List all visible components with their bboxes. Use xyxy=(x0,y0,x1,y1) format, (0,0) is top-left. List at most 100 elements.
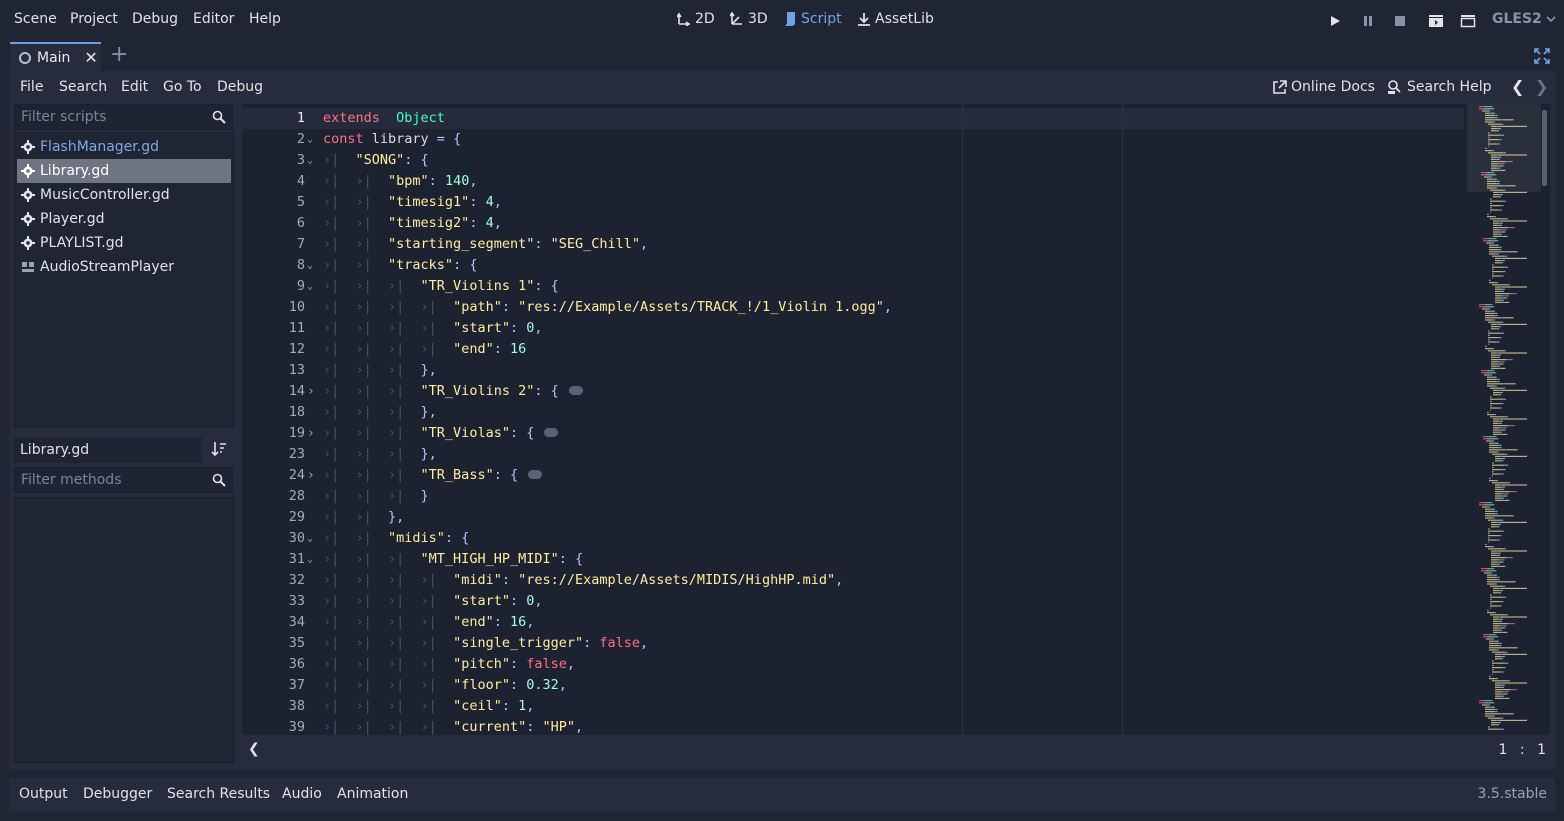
tab-marker-icon: ›| xyxy=(388,656,421,672)
menu-help[interactable]: Help xyxy=(249,11,281,27)
code-line[interactable]: 12 ›| ›| ›| ›| "end": 16 xyxy=(242,339,1464,360)
fold-open-icon[interactable]: ⌄ xyxy=(307,549,313,570)
fold-closed-icon[interactable]: › xyxy=(307,465,315,486)
online-docs-button[interactable]: Online Docs xyxy=(1272,79,1375,95)
fold-closed-icon[interactable]: › xyxy=(307,381,315,402)
list-item[interactable]: Player.gd xyxy=(17,207,231,231)
script-menu-debug[interactable]: Debug xyxy=(217,79,263,95)
tab-animation[interactable]: Animation xyxy=(337,786,408,802)
menu-project[interactable]: Project xyxy=(70,11,118,27)
folded-ellipsis-icon[interactable] xyxy=(544,427,559,437)
play-button[interactable] xyxy=(1326,12,1344,30)
vertical-scrollbar[interactable] xyxy=(1542,110,1547,186)
folded-ellipsis-icon[interactable] xyxy=(568,385,583,395)
code-line[interactable]: 38 ›| ›| ›| ›| "ceil": 1, xyxy=(242,696,1464,717)
code-line[interactable]: 37 ›| ›| ›| ›| "floor": 0.32, xyxy=(242,675,1464,696)
code-line[interactable]: 36 ›| ›| ›| ›| "pitch": false, xyxy=(242,654,1464,675)
code-editor[interactable]: 1 extends Object 2 ⌄ const library = {3 ⌄ ›| "… xyxy=(242,104,1550,735)
code-line[interactable]: 32 ›| ›| ›| ›| "midi": "res://Example/Ass… xyxy=(242,570,1464,591)
tab-debugger[interactable]: Debugger xyxy=(83,786,152,802)
history-forward-icon[interactable]: ❯ xyxy=(1535,77,1548,96)
code-line[interactable]: 2 ⌄ const library = { xyxy=(242,129,1464,150)
menu-editor[interactable]: Editor xyxy=(193,11,234,27)
code-line[interactable]: 9 ⌄ ›| ›| ›| "TR_Violins 1": { xyxy=(242,276,1464,297)
fold-closed-icon[interactable]: › xyxy=(307,423,315,444)
code-line[interactable]: 23 ›| ›| ›| }, xyxy=(242,444,1464,465)
methods-list xyxy=(14,497,234,763)
fold-open-icon[interactable]: ⌄ xyxy=(307,129,313,150)
code-line[interactable]: 33 ›| ›| ›| ›| "start": 0, xyxy=(242,591,1464,612)
minimap[interactable] xyxy=(1467,104,1541,735)
add-scene-tab-icon[interactable]: + xyxy=(110,44,128,66)
renderer-selector[interactable]: GLES2 xyxy=(1492,11,1556,27)
workspace-script-button[interactable]: Script xyxy=(783,11,842,27)
menu-debug[interactable]: Debug xyxy=(132,11,178,27)
code-token: : xyxy=(583,635,600,651)
play-scene-button[interactable] xyxy=(1427,12,1445,30)
folded-ellipsis-icon[interactable] xyxy=(528,469,543,479)
history-back-icon[interactable]: ❮ xyxy=(1511,77,1524,96)
menu-scene[interactable]: Scene xyxy=(14,11,57,27)
code-line[interactable]: 19 › ›| ›| ›| "TR_Violas": { xyxy=(242,423,1464,444)
code-line[interactable]: 29 ›| ›| }, xyxy=(242,507,1464,528)
list-item[interactable]: AudioStreamPlayer xyxy=(17,255,231,279)
play-custom-scene-button[interactable] xyxy=(1459,12,1477,30)
code-line[interactable]: 35 ›| ›| ›| ›| "single_trigger": false, xyxy=(242,633,1464,654)
code-line[interactable]: 7 ›| ›| "starting_segment": "SEG_Chill", xyxy=(242,234,1464,255)
code-line[interactable]: 14 › ›| ›| ›| "TR_Violins 2": { xyxy=(242,381,1464,402)
code-token: }, xyxy=(388,509,405,525)
tab-search-results[interactable]: Search Results xyxy=(167,786,270,802)
code-token: "TR_Violins 1" xyxy=(420,278,535,294)
fold-open-icon[interactable]: ⌄ xyxy=(307,150,313,171)
list-item[interactable]: FlashManager.gd xyxy=(17,135,231,159)
code-lines[interactable]: 1 extends Object 2 ⌄ const library = {3 ⌄ ›| "… xyxy=(242,104,1464,735)
tab-marker-icon: ›| xyxy=(323,698,356,714)
code-line[interactable]: 3 ⌄ ›| "SONG": { xyxy=(242,150,1464,171)
code-line[interactable]: 24 › ›| ›| ›| "TR_Bass": { xyxy=(242,465,1464,486)
script-menu-edit[interactable]: Edit xyxy=(121,79,148,95)
tab-marker-icon: ›| xyxy=(355,677,389,693)
code-line[interactable]: 18 ›| ›| ›| }, xyxy=(242,402,1464,423)
stop-button[interactable] xyxy=(1391,12,1409,30)
workspace-assetlib-button[interactable]: AssetLib xyxy=(857,11,934,27)
code-line[interactable]: 28 ›| ›| ›| } xyxy=(242,486,1464,507)
filter-scripts-field[interactable] xyxy=(14,104,233,130)
code-line[interactable]: 34 ›| ›| ›| ›| "end": 16, xyxy=(242,612,1464,633)
sort-methods-button[interactable] xyxy=(211,441,227,461)
filter-methods-input[interactable] xyxy=(21,472,201,488)
pause-button[interactable] xyxy=(1359,12,1377,30)
code-line[interactable]: 8 ⌄ ›| ›| "tracks": { xyxy=(242,255,1464,276)
fold-open-icon[interactable]: ⌄ xyxy=(307,255,313,276)
filter-methods-field[interactable] xyxy=(14,467,233,493)
distraction-free-button[interactable] xyxy=(1534,48,1550,68)
script-menu-file[interactable]: File xyxy=(20,79,43,95)
tab-audio[interactable]: Audio xyxy=(282,786,322,802)
scene-tab-main[interactable]: Main ✕ xyxy=(10,42,101,71)
code-line[interactable]: 39 ›| ›| ›| ›| "current": "HP", xyxy=(242,717,1464,735)
code-line[interactable]: 4 ›| ›| "bpm": 140, xyxy=(242,171,1464,192)
minimap-viewport[interactable] xyxy=(1467,104,1541,192)
code-line[interactable]: 10 ›| ›| ›| ›| "path": "res://Example/Ass… xyxy=(242,297,1464,318)
code-line[interactable]: 1 extends Object xyxy=(242,108,1464,129)
code-line[interactable]: 13 ›| ›| ›| }, xyxy=(242,360,1464,381)
search-help-button[interactable]: Search Help xyxy=(1387,79,1491,95)
code-text: ›| ›| ›| "MT_HIGH_HP_MIDI": { xyxy=(323,549,583,570)
list-item[interactable]: MusicController.gd xyxy=(17,183,231,207)
code-line[interactable]: 30 ⌄ ›| ›| "midis": { xyxy=(242,528,1464,549)
code-line[interactable]: 11 ›| ›| ›| ›| "start": 0, xyxy=(242,318,1464,339)
filter-scripts-input[interactable] xyxy=(21,109,201,125)
list-item[interactable]: PLAYLIST.gd xyxy=(17,231,231,255)
list-item[interactable]: Library.gd xyxy=(17,159,231,183)
code-line[interactable]: 5 ›| ›| "timesig1": 4, xyxy=(242,192,1464,213)
fold-open-icon[interactable]: ⌄ xyxy=(307,276,313,297)
workspace-2d-button[interactable]: 2D xyxy=(677,11,715,27)
workspace-3d-button[interactable]: 3D xyxy=(730,11,768,27)
code-line[interactable]: 6 ›| ›| "timesig2": 4, xyxy=(242,213,1464,234)
close-icon[interactable]: ✕ xyxy=(84,48,97,67)
script-menu-search[interactable]: Search xyxy=(59,79,107,95)
fold-open-icon[interactable]: ⌄ xyxy=(307,528,313,549)
code-line[interactable]: 31 ⌄ ›| ›| ›| "MT_HIGH_HP_MIDI": { xyxy=(242,549,1464,570)
script-menu-goto[interactable]: Go To xyxy=(163,79,202,95)
tab-output[interactable]: Output xyxy=(19,786,68,802)
toggle-scripts-panel-icon[interactable]: ❮ xyxy=(248,741,260,757)
